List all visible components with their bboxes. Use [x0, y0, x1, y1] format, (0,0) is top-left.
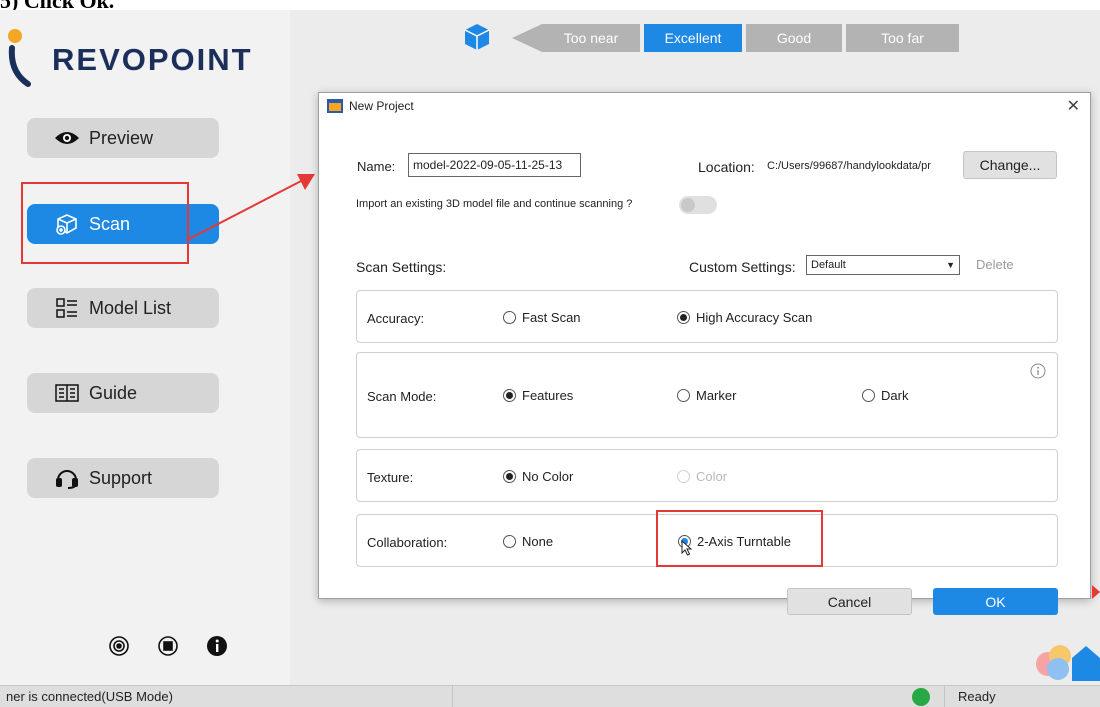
chevron-down-icon: ▼ — [946, 260, 955, 270]
radio-dot — [503, 470, 516, 483]
settings-icon[interactable] — [108, 635, 130, 657]
radio-dot — [677, 389, 690, 402]
arrow-left-icon — [512, 24, 542, 52]
distance-too-far: Too far — [846, 24, 959, 52]
distance-excellent: Excellent — [644, 24, 742, 52]
change-location-button[interactable]: Change... — [963, 151, 1057, 179]
sidebar-item-label: Support — [89, 467, 153, 488]
radio-dot — [503, 311, 516, 324]
close-icon[interactable]: ✕ — [1067, 96, 1080, 116]
status-divider — [944, 686, 945, 707]
sidebar-footer — [108, 635, 228, 657]
radio-dot — [677, 311, 690, 324]
radio-label: Dark — [881, 388, 909, 403]
cube-icon — [464, 24, 490, 50]
custom-settings-value: Default — [811, 259, 846, 271]
brand-name: REVOPOINT — [52, 42, 253, 77]
headset-icon — [53, 466, 81, 490]
distance-good: Good — [746, 24, 842, 52]
app-window-icon — [327, 99, 343, 113]
radio-dot — [862, 389, 875, 402]
annotation-box-scan — [21, 182, 189, 264]
radio-no-color[interactable]: No Color — [503, 469, 573, 484]
info-icon[interactable] — [206, 635, 228, 657]
sidebar-item-label: Guide — [89, 382, 138, 403]
custom-settings-select[interactable]: Default ▼ — [806, 255, 960, 275]
delete-button[interactable]: Delete — [976, 257, 1014, 272]
eye-icon — [53, 126, 81, 150]
radio-label: None — [522, 534, 554, 549]
annotation-arrow-tip-icon — [1092, 585, 1100, 599]
radio-label: No Color — [522, 469, 574, 484]
radio-color[interactable]: Color — [677, 469, 727, 484]
distance-too-near: Too near — [542, 24, 640, 52]
book-icon — [53, 381, 81, 405]
radio-features[interactable]: Features — [503, 388, 573, 403]
dialog-title: New Project — [349, 99, 414, 113]
status-divider — [452, 686, 453, 707]
new-project-dialog: New Project ✕ Name: model-2022-09-05-11-… — [318, 92, 1091, 615]
radio-dot — [677, 470, 690, 483]
info-circle-icon[interactable] — [1030, 363, 1046, 379]
status-bar: ner is connected(USB Mode) Ready — [0, 685, 1100, 707]
radio-dot — [503, 389, 516, 402]
import-label: Import an existing 3D model file and con… — [356, 198, 633, 210]
radio-label: Features — [522, 388, 574, 403]
radio-dark[interactable]: Dark — [862, 388, 908, 403]
list-icon — [53, 296, 81, 320]
sidebar-item-label: Model List — [89, 297, 172, 318]
radio-label: Color — [696, 469, 728, 484]
radio-none[interactable]: None — [503, 534, 553, 549]
sidebar-item-label: Preview — [89, 127, 154, 148]
radio-marker[interactable]: Marker — [677, 388, 736, 403]
sidebar-item-model-list[interactable]: Model List — [27, 288, 219, 328]
scan-mode-group: Scan Mode: Features Marker Dark — [356, 352, 1058, 438]
scan-settings-label: Scan Settings: — [356, 259, 447, 275]
distance-indicator: Too near Excellent Good Too far — [512, 24, 959, 52]
radio-label: Fast Scan — [522, 310, 581, 325]
sidebar-item-guide[interactable]: Guide — [27, 373, 219, 413]
sidebar: REVOPOINT Preview Scan Model List Guide … — [0, 10, 290, 685]
ok-button[interactable]: OK — [933, 588, 1058, 615]
3d-viewer-icon — [1036, 645, 1100, 681]
radio-high-accuracy-scan[interactable]: High Accuracy Scan — [677, 310, 812, 325]
accuracy-label: Accuracy: — [367, 311, 425, 326]
custom-settings-label: Custom Settings: — [689, 259, 796, 275]
sidebar-item-support[interactable]: Support — [27, 458, 219, 498]
name-label: Name: — [357, 159, 396, 174]
location-value: C:/Users/99687/handylookdata/pr — [767, 160, 931, 172]
scan-mode-label: Scan Mode: — [367, 389, 437, 404]
radio-label: High Accuracy Scan — [696, 310, 813, 325]
logo-icon — [8, 29, 31, 87]
import-toggle[interactable] — [679, 196, 717, 214]
radio-fast-scan[interactable]: Fast Scan — [503, 310, 581, 325]
texture-label: Texture: — [367, 470, 414, 485]
collaboration-label: Collaboration: — [367, 535, 448, 550]
location-label: Location: — [698, 159, 755, 175]
ready-status: Ready — [958, 689, 996, 704]
instruction-caption: 5) Click Ok. — [0, 0, 115, 13]
radio-label: Marker — [696, 388, 737, 403]
name-input[interactable]: model-2022-09-05-11-25-13 — [408, 153, 581, 177]
texture-group: Texture: No Color Color — [356, 449, 1058, 502]
device-icon[interactable] — [157, 635, 179, 657]
annotation-box-turntable — [656, 510, 823, 567]
sidebar-item-preview[interactable]: Preview — [27, 118, 219, 158]
connection-status: ner is connected(USB Mode) — [6, 689, 173, 704]
cancel-button[interactable]: Cancel — [787, 588, 912, 615]
mouse-cursor-icon — [681, 540, 693, 556]
status-ok-icon — [912, 688, 930, 706]
dialog-titlebar: New Project — [327, 99, 414, 113]
radio-dot — [503, 535, 516, 548]
annotation-arrow-icon — [186, 174, 315, 241]
accuracy-group: Accuracy: Fast Scan High Accuracy Scan — [356, 290, 1058, 343]
